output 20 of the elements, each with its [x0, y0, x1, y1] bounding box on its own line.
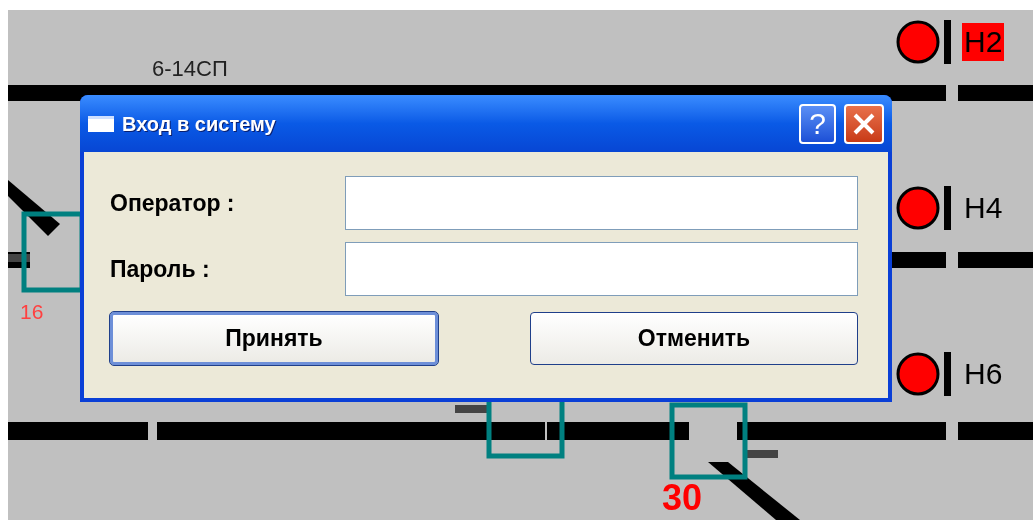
- signal-lamp-icon: [896, 184, 954, 232]
- track-label: 6-14СП: [152, 55, 228, 83]
- track-label: 16: [20, 299, 44, 325]
- track-label: 30: [662, 480, 703, 516]
- field-label: Оператор :: [110, 188, 236, 218]
- input-field[interactable]: [345, 242, 858, 296]
- dialog-button[interactable]: Отменить: [530, 312, 858, 365]
- dialog-button[interactable]: Принять: [110, 312, 438, 365]
- close-icon: [852, 111, 876, 136]
- signal-label: Н4: [963, 190, 1004, 226]
- help-button[interactable]: ?: [799, 103, 836, 144]
- field-label: Пароль :: [110, 254, 211, 284]
- signal-lamp-icon: [896, 18, 954, 66]
- window-icon: [88, 115, 114, 132]
- signal-label: Н6: [963, 356, 1004, 392]
- signal-label: Н2: [962, 23, 1005, 61]
- close-button[interactable]: [844, 103, 884, 144]
- signal-lamp-icon: [896, 350, 954, 398]
- input-field[interactable]: [345, 176, 858, 230]
- window-title: Вход в систему: [122, 111, 277, 137]
